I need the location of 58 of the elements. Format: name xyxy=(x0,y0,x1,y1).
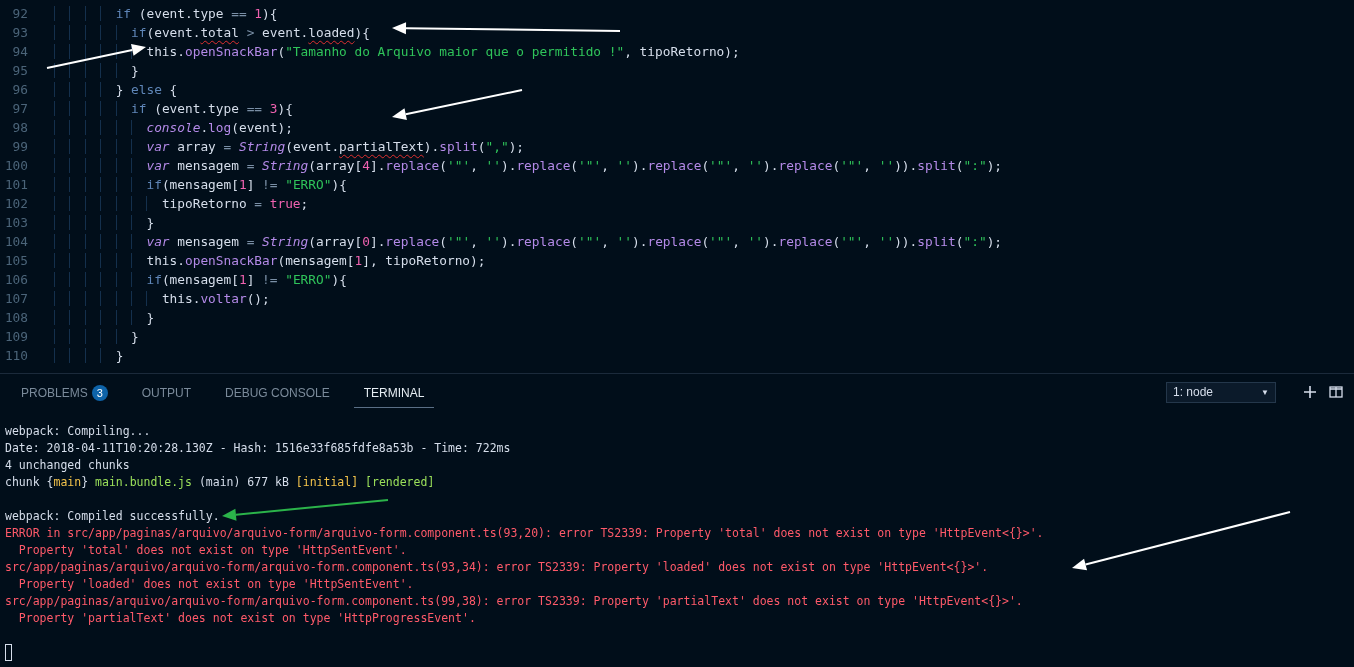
terminal-line: ERROR in src/app/paginas/arquivo/arquivo-form/arquivo-form.component.ts(93,20): error TS2339: Property 'total' does not exist on type 'HttpEvent<{}>'. xyxy=(5,525,1044,542)
code-line: if(mensagem[1] != "ERRO"){ xyxy=(54,270,347,289)
terminal-line: webpack: Compiled successfully. xyxy=(5,508,220,525)
line-number: 98 xyxy=(11,119,28,137)
panel-tab[interactable]: OUTPUT xyxy=(131,376,202,408)
panel-tab[interactable]: DEBUG CONSOLE xyxy=(215,376,340,408)
line-number: 110 xyxy=(3,347,28,365)
add-icon[interactable] xyxy=(1302,384,1318,400)
code-line: if(event.total > event.loaded){ xyxy=(54,23,370,42)
code-line: } xyxy=(54,213,155,232)
line-number: 104 xyxy=(3,233,28,251)
line-number: 106 xyxy=(3,271,28,289)
terminal-line: src/app/paginas/arquivo/arquivo-form/arquivo-form.component.ts(99,38): error TS2339: Property 'partialText' does not exist on type 'HttpEvent<{}>'. xyxy=(5,593,1023,610)
code-line: if (event.type == 1){ xyxy=(54,4,278,23)
terminal-line: 4 unchanged chunks xyxy=(5,457,130,474)
line-number: 103 xyxy=(3,214,28,232)
line-number: 99 xyxy=(11,138,28,156)
terminal-line: Date: 2018-04-11T10:20:28.130Z - Hash: 1516e33f685fdfe8a53b - Time: 722ms xyxy=(5,440,511,457)
code-line: console.log(event); xyxy=(54,118,293,137)
line-number: 92 xyxy=(11,5,28,23)
code-line: } xyxy=(54,327,139,346)
code-line: } xyxy=(54,308,155,327)
terminal-line: Property 'partialText' does not exist on type 'HttpProgressEvent'. xyxy=(17,610,476,627)
line-number: 105 xyxy=(3,252,28,270)
split-icon[interactable] xyxy=(1328,384,1344,400)
line-number: 96 xyxy=(11,81,28,99)
code-line: var mensagem = String(array[0].replace('"', '').replace('"', '').replace('"', '').replace('"', '')).split(":"); xyxy=(54,232,1003,251)
code-line: tipoRetorno = true; xyxy=(54,194,309,213)
line-number: 108 xyxy=(3,309,28,327)
line-number: 107 xyxy=(3,290,28,308)
line-number: 102 xyxy=(3,195,28,213)
code-line: } xyxy=(54,61,139,80)
panel-tab[interactable]: TERMINAL xyxy=(353,376,435,408)
terminal-line: chunk {main} main.bundle.js (main) 677 kB [initial] [rendered] xyxy=(5,474,435,491)
code-line: this.openSnackBar("Tamanho do Arquivo maior que o permitido !", tipoRetorno); xyxy=(54,42,740,61)
line-number: 97 xyxy=(11,100,28,118)
line-number: 93 xyxy=(11,24,28,42)
code-line: } else { xyxy=(54,80,178,99)
terminal-line: webpack: Compiling... xyxy=(5,423,151,440)
line-number: 94 xyxy=(11,43,28,61)
code-line: this.openSnackBar(mensagem[1], tipoRetorno); xyxy=(54,251,486,270)
code-line: var array = String(event.partialText).split(","); xyxy=(54,137,525,156)
terminal-line: src/app/paginas/arquivo/arquivo-form/arquivo-form.component.ts(93,34): error TS2339: Property 'loaded' does not exist on type 'HttpEvent<{}>'. xyxy=(5,559,989,576)
code-line: } xyxy=(54,346,124,365)
code-line: var mensagem = String(array[4].replace('"', '').replace('"', '').replace('"', '').replace('"', '')).split(":"); xyxy=(54,156,1003,175)
code-line: this.voltar(); xyxy=(54,289,270,308)
line-number: 95 xyxy=(11,62,28,80)
terminal-dropdown[interactable]: 1: node ▼ xyxy=(1166,381,1276,403)
line-number: 109 xyxy=(3,328,28,346)
terminal-cursor xyxy=(5,644,12,661)
code-line: if (event.type == 3){ xyxy=(54,99,293,118)
panel-tab[interactable]: PROBLEMS 3 xyxy=(11,375,118,409)
terminal-line: Property 'total' does not exist on type 'HttpSentEvent'. xyxy=(17,542,407,559)
line-number: 101 xyxy=(3,176,28,194)
line-number: 100 xyxy=(3,157,28,175)
code-line: if(mensagem[1] != "ERRO"){ xyxy=(54,175,347,194)
count-badge: 3 xyxy=(91,384,108,401)
terminal-line: Property 'loaded' does not exist on type 'HttpSentEvent'. xyxy=(17,576,414,593)
